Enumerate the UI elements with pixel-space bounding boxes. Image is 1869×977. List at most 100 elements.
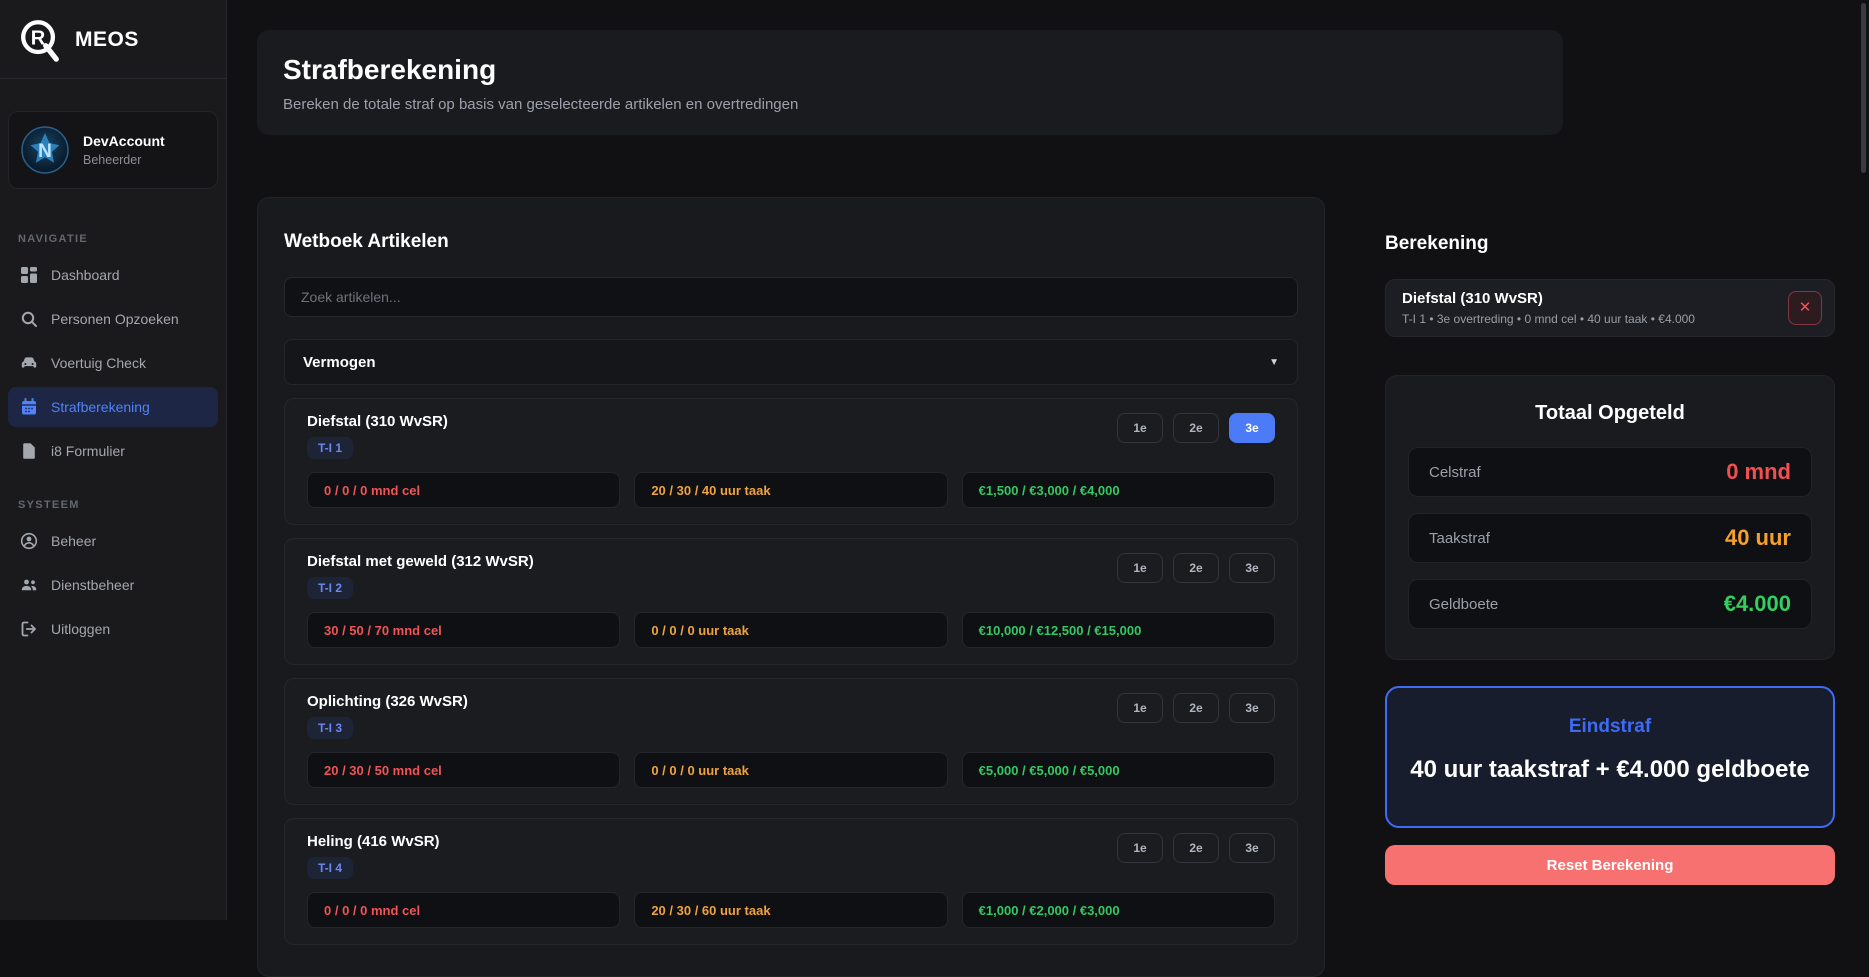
- boete-value-box: €1,000 / €2,000 / €3,000: [962, 892, 1275, 928]
- total-row-celstraf: Celstraf 0 mnd: [1408, 447, 1812, 497]
- sidebar-item-dienstbeheer[interactable]: Dienstbeheer: [8, 565, 218, 605]
- search-icon: [20, 310, 38, 328]
- calculation-title: Berekening: [1385, 233, 1835, 255]
- offense-button-2e[interactable]: 2e: [1173, 553, 1219, 583]
- users-icon: [20, 576, 38, 594]
- offense-button-3e[interactable]: 3e: [1229, 553, 1275, 583]
- total-row-geldboete: Geldboete €4.000: [1408, 579, 1812, 629]
- sidebar-item-voertuig-check[interactable]: Voertuig Check: [8, 343, 218, 383]
- content-columns: Wetboek Artikelen Vermogen ▼ Diefstal (3…: [257, 197, 1869, 977]
- total-label: Celstraf: [1429, 464, 1481, 481]
- sidebar-item-label: Dienstbeheer: [51, 577, 134, 593]
- taak-value-box: 20 / 30 / 60 uur taak: [634, 892, 947, 928]
- remove-article-button[interactable]: ✕: [1788, 291, 1822, 325]
- selected-article-title: Diefstal (310 WvSR): [1402, 290, 1695, 307]
- sidebar-item-uitloggen[interactable]: Uitloggen: [8, 609, 218, 649]
- logout-icon: [20, 620, 38, 638]
- article-values: 30 / 50 / 70 mnd cel 0 / 0 / 0 uur taak …: [307, 612, 1275, 648]
- search-input[interactable]: [284, 277, 1298, 317]
- calculation-panel: Berekening Diefstal (310 WvSR) T-I 1 • 3…: [1385, 197, 1835, 885]
- taak-value-box: 20 / 30 / 40 uur taak: [634, 472, 947, 508]
- car-icon: [20, 354, 38, 372]
- article-values: 0 / 0 / 0 mnd cel 20 / 30 / 60 uur taak …: [307, 892, 1275, 928]
- total-row-taakstraf: Taakstraf 40 uur: [1408, 513, 1812, 563]
- offense-button-3e[interactable]: 3e: [1229, 413, 1275, 443]
- sidebar-item-strafberekening[interactable]: Strafberekening: [8, 387, 218, 427]
- svg-text:N: N: [38, 141, 52, 162]
- article-top-row: Diefstal met geweld (312 WvSR) T-I 2 1e …: [307, 553, 1275, 599]
- page-title: Strafberekening: [283, 54, 1537, 86]
- boete-value-box: €1,500 / €3,000 / €4,000: [962, 472, 1275, 508]
- n-emblem-avatar: N: [21, 126, 69, 174]
- offense-button-3e[interactable]: 3e: [1229, 693, 1275, 723]
- totals-title: Totaal Opgeteld: [1408, 402, 1812, 425]
- category-label: Vermogen: [303, 354, 376, 371]
- article-card: Diefstal met geweld (312 WvSR) T-I 2 1e …: [284, 538, 1298, 665]
- final-sentence-card: Eindstraf 40 uur taakstraf + €4.000 geld…: [1385, 686, 1835, 828]
- sidebar-item-label: Beheer: [51, 533, 96, 549]
- sidebar-item-label: Strafberekening: [51, 399, 150, 415]
- offense-buttons: 1e 2e 3e: [1117, 833, 1275, 863]
- user-circle-icon: [20, 532, 38, 550]
- sidebar-item-personen-opzoeken[interactable]: Personen Opzoeken: [8, 299, 218, 339]
- article-title: Heling (416 WvSR): [307, 833, 440, 850]
- user-name: DevAccount: [83, 133, 165, 150]
- offense-button-1e[interactable]: 1e: [1117, 833, 1163, 863]
- document-icon: [20, 442, 38, 460]
- sidebar-item-label: i8 Formulier: [51, 443, 125, 459]
- selected-article-card: Diefstal (310 WvSR) T-I 1 • 3e overtredi…: [1385, 279, 1835, 337]
- article-tier-badge: T-I 3: [307, 717, 353, 739]
- user-info: DevAccount Beheerder: [83, 133, 165, 167]
- sidebar-item-label: Uitloggen: [51, 621, 110, 637]
- final-sentence-label: Eindstraf: [1407, 716, 1813, 738]
- article-values: 20 / 30 / 50 mnd cel 0 / 0 / 0 uur taak …: [307, 752, 1275, 788]
- article-tier-badge: T-I 1: [307, 437, 353, 459]
- user-role: Beheerder: [83, 153, 165, 167]
- sidebar-item-dashboard[interactable]: Dashboard: [8, 255, 218, 295]
- cel-value-box: 30 / 50 / 70 mnd cel: [307, 612, 620, 648]
- main-content: Strafberekening Bereken de totale straf …: [227, 0, 1869, 920]
- page-scrollbar-thumb[interactable]: [1861, 3, 1866, 173]
- cel-value-box: 20 / 30 / 50 mnd cel: [307, 752, 620, 788]
- sidebar-item-i8-formulier[interactable]: i8 Formulier: [8, 431, 218, 471]
- r-circle-logo-icon: R: [16, 17, 62, 63]
- article-card: Heling (416 WvSR) T-I 4 1e 2e 3e 0 / 0 /…: [284, 818, 1298, 945]
- cel-value-box: 0 / 0 / 0 mnd cel: [307, 472, 620, 508]
- article-card: Oplichting (326 WvSR) T-I 3 1e 2e 3e 20 …: [284, 678, 1298, 805]
- total-value: 40 uur: [1725, 525, 1791, 551]
- offense-button-2e[interactable]: 2e: [1173, 693, 1219, 723]
- offense-button-3e[interactable]: 3e: [1229, 833, 1275, 863]
- article-title: Oplichting (326 WvSR): [307, 693, 468, 710]
- page-subtitle: Bereken de totale straf op basis van ges…: [283, 96, 1537, 113]
- offense-button-2e[interactable]: 2e: [1173, 833, 1219, 863]
- calendar-icon: [20, 398, 38, 416]
- totals-card: Totaal Opgeteld Celstraf 0 mnd Taakstraf…: [1385, 375, 1835, 660]
- article-tier-badge: T-I 4: [307, 857, 353, 879]
- dashboard-grid-icon: [20, 266, 38, 284]
- reset-calculation-button[interactable]: Reset Berekening: [1385, 845, 1835, 885]
- article-values: 0 / 0 / 0 mnd cel 20 / 30 / 40 uur taak …: [307, 472, 1275, 508]
- article-card: Diefstal (310 WvSR) T-I 1 1e 2e 3e 0 / 0…: [284, 398, 1298, 525]
- nav-section-label: SYSTEEM: [18, 499, 208, 511]
- page-header-card: Strafberekening Bereken de totale straf …: [257, 30, 1563, 135]
- brand-name: MEOS: [75, 28, 139, 52]
- category-dropdown-vermogen[interactable]: Vermogen ▼: [284, 339, 1298, 385]
- sidebar-item-beheer[interactable]: Beheer: [8, 521, 218, 561]
- article-title: Diefstal met geweld (312 WvSR): [307, 553, 534, 570]
- articles-panel-title: Wetboek Artikelen: [284, 231, 1298, 253]
- sidebar-item-label: Voertuig Check: [51, 355, 146, 371]
- offense-buttons: 1e 2e 3e: [1117, 553, 1275, 583]
- offense-button-2e[interactable]: 2e: [1173, 413, 1219, 443]
- sidebar-item-label: Personen Opzoeken: [51, 311, 179, 327]
- boete-value-box: €5,000 / €5,000 / €5,000: [962, 752, 1275, 788]
- taak-value-box: 0 / 0 / 0 uur taak: [634, 612, 947, 648]
- final-sentence-text: 40 uur taakstraf + €4.000 geldboete: [1407, 754, 1813, 786]
- sidebar-divider: [0, 78, 226, 79]
- offense-buttons: 1e 2e 3e: [1117, 413, 1275, 443]
- offense-button-1e[interactable]: 1e: [1117, 693, 1163, 723]
- article-tier-badge: T-I 2: [307, 577, 353, 599]
- offense-button-1e[interactable]: 1e: [1117, 553, 1163, 583]
- offense-buttons: 1e 2e 3e: [1117, 693, 1275, 723]
- offense-button-1e[interactable]: 1e: [1117, 413, 1163, 443]
- article-top-row: Diefstal (310 WvSR) T-I 1 1e 2e 3e: [307, 413, 1275, 459]
